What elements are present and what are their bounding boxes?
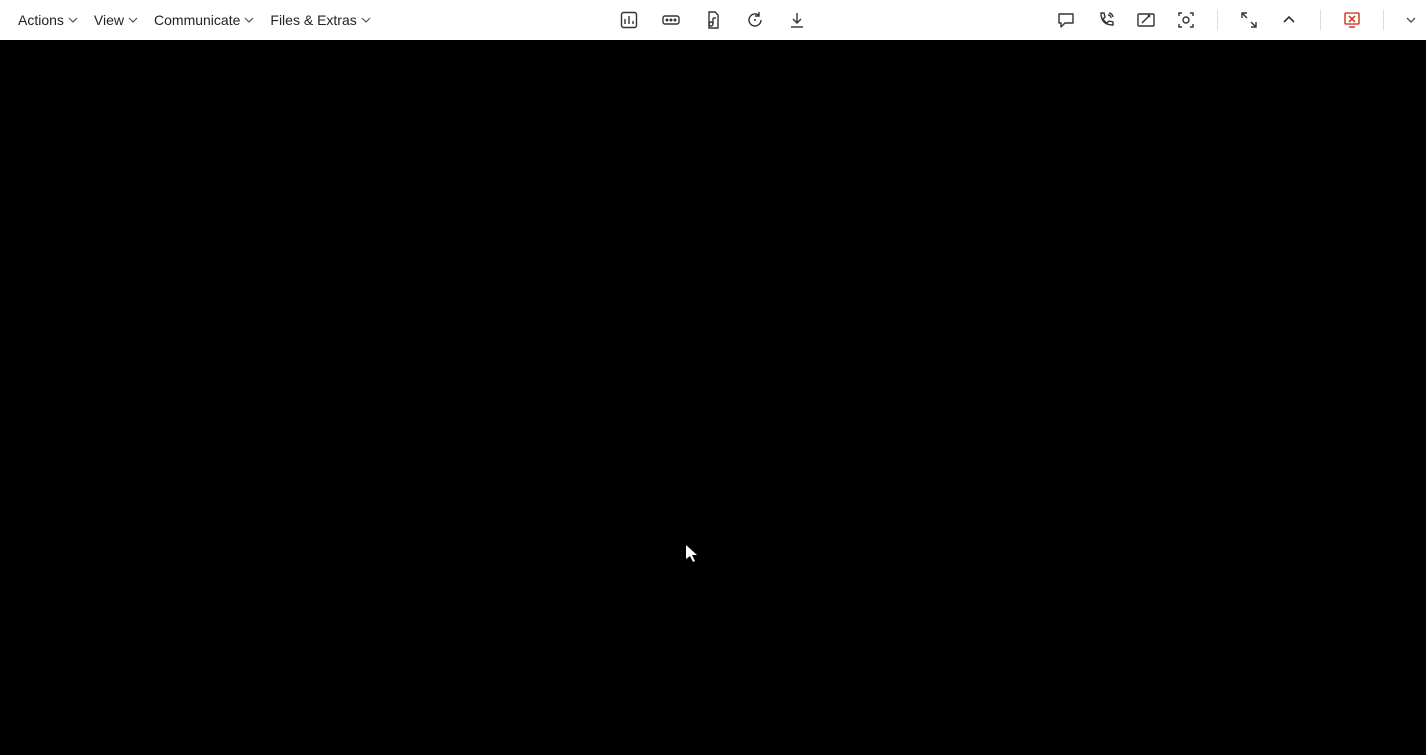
annotate-icon <box>1136 10 1156 30</box>
menu-communicate[interactable]: Communicate <box>146 0 262 40</box>
remote-cursor-icon <box>686 545 698 568</box>
menu-view-label: View <box>94 12 124 28</box>
separator <box>1383 10 1384 30</box>
dashboard-icon <box>619 10 639 30</box>
download-icon <box>787 10 807 30</box>
screenshot-button[interactable] <box>1175 9 1197 31</box>
chevron-down-icon <box>128 15 138 25</box>
screenshot-icon <box>1176 10 1196 30</box>
chat-button[interactable] <box>1055 9 1077 31</box>
chevron-down-icon <box>1405 14 1417 26</box>
call-button[interactable] <box>1095 9 1117 31</box>
download-button[interactable] <box>786 9 808 31</box>
remote-input-icon <box>661 10 681 30</box>
chevron-down-icon <box>244 15 254 25</box>
close-session-icon <box>1342 10 1362 30</box>
close-session-button[interactable] <box>1341 9 1363 31</box>
separator <box>1217 10 1218 30</box>
menu-files-extras[interactable]: Files & Extras <box>262 0 378 40</box>
annotate-button[interactable] <box>1135 9 1157 31</box>
restart-icon <box>745 10 765 30</box>
dashboard-button[interactable] <box>618 9 640 31</box>
fullscreen-icon <box>1239 10 1259 30</box>
menu-view[interactable]: View <box>86 0 146 40</box>
menu-communicate-label: Communicate <box>154 12 240 28</box>
remote-input-button[interactable] <box>660 9 682 31</box>
separator <box>1320 10 1321 30</box>
chevron-up-icon <box>1281 12 1297 28</box>
options-dropdown-button[interactable] <box>1404 9 1418 31</box>
center-toolbar <box>618 0 808 40</box>
chevron-down-icon <box>68 15 78 25</box>
session-toolbar: Actions View Communicate Files & Extras <box>0 0 1426 40</box>
menu-actions[interactable]: Actions <box>10 0 86 40</box>
menu-bar: Actions View Communicate Files & Extras <box>0 0 379 40</box>
audio-file-icon <box>703 10 723 30</box>
call-icon <box>1096 10 1116 30</box>
menu-actions-label: Actions <box>18 12 64 28</box>
fullscreen-button[interactable] <box>1238 9 1260 31</box>
restart-button[interactable] <box>744 9 766 31</box>
menu-files-extras-label: Files & Extras <box>270 12 356 28</box>
right-toolbar <box>1055 0 1426 40</box>
chat-icon <box>1056 10 1076 30</box>
chevron-down-icon <box>361 15 371 25</box>
remote-screen-area[interactable] <box>0 40 1426 755</box>
minimize-toolbar-button[interactable] <box>1278 9 1300 31</box>
audio-file-button[interactable] <box>702 9 724 31</box>
